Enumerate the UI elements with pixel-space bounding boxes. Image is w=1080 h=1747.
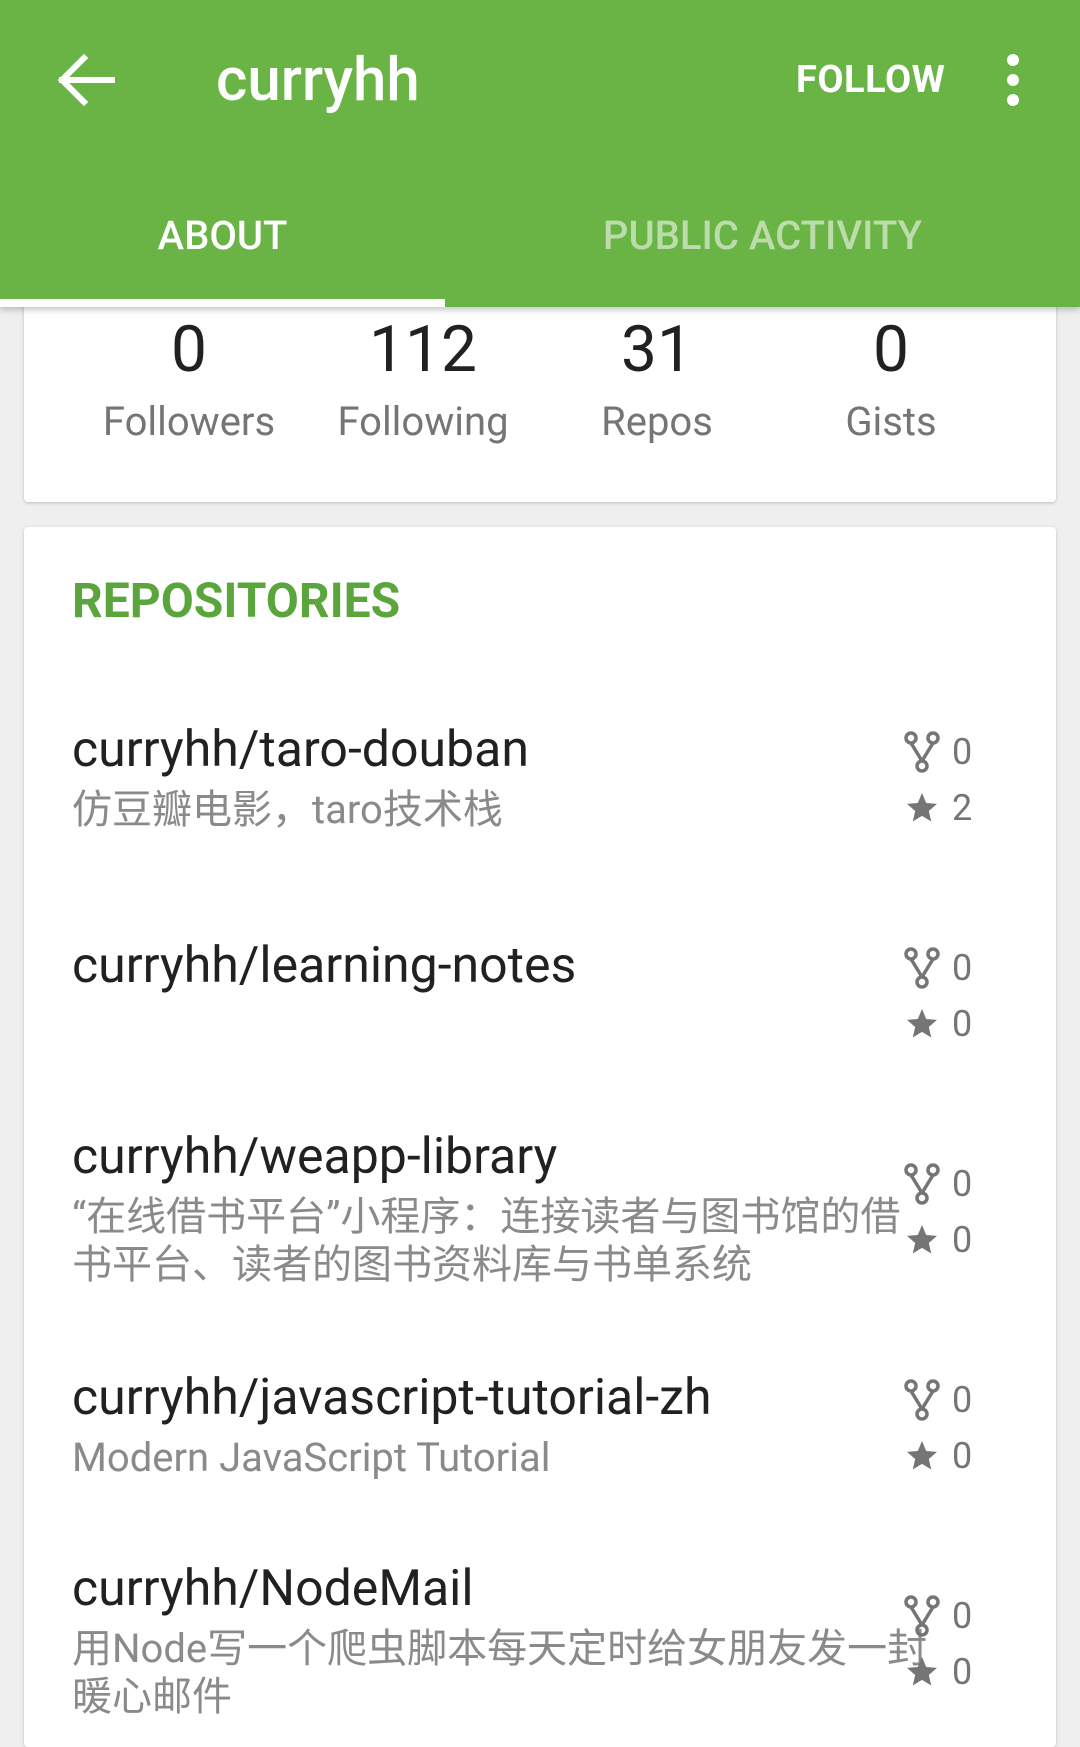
follow-button[interactable]: FOLLOW bbox=[796, 58, 945, 102]
stat-repos[interactable]: 31 Repos bbox=[537, 310, 777, 445]
fork-count: 0 bbox=[952, 1379, 973, 1421]
star-icon bbox=[907, 1441, 937, 1470]
repo-description: 用Node写一个爬虫脚本每天定时给女朋友发一封暖心邮件 bbox=[72, 1625, 928, 1720]
fork-count: 0 bbox=[952, 1163, 973, 1205]
fork-count: 0 bbox=[952, 1595, 973, 1637]
repo-stats: 0 2 bbox=[904, 724, 994, 836]
tab-indicator bbox=[0, 299, 445, 307]
fork-icon bbox=[904, 1379, 940, 1421]
fork-count: 0 bbox=[952, 731, 973, 773]
repo-description: Modern JavaScript Tutorial bbox=[72, 1434, 551, 1481]
star-count: 0 bbox=[952, 1003, 973, 1045]
star-count: 0 bbox=[952, 1219, 973, 1261]
tab-about[interactable]: ABOUT bbox=[0, 212, 445, 259]
arrow-back-icon[interactable] bbox=[50, 50, 120, 110]
stat-label: Repos bbox=[601, 398, 713, 445]
star-icon bbox=[907, 1657, 937, 1686]
stat-value: 0 bbox=[873, 312, 909, 387]
fork-count: 0 bbox=[952, 947, 973, 989]
stat-value: 112 bbox=[369, 312, 477, 387]
star-icon bbox=[907, 1225, 937, 1254]
stat-label: Gists bbox=[845, 398, 937, 445]
stat-following[interactable]: 112 Following bbox=[303, 310, 543, 445]
star-count: 2 bbox=[952, 787, 973, 829]
fork-icon bbox=[904, 947, 940, 989]
repo-stats: 0 0 bbox=[904, 1156, 994, 1268]
repo-stats: 0 0 bbox=[904, 1588, 994, 1700]
app-bar: curryhh FOLLOW ABOUT PUBLIC ACTIVITY bbox=[0, 0, 1080, 307]
repo-stats: 0 0 bbox=[904, 1372, 994, 1484]
stat-followers[interactable]: 0 Followers bbox=[69, 310, 309, 445]
stat-value: 31 bbox=[621, 312, 693, 387]
more-vert-icon[interactable] bbox=[998, 52, 1028, 108]
stat-value: 0 bbox=[171, 312, 207, 387]
star-icon bbox=[907, 1009, 937, 1038]
fork-icon bbox=[904, 731, 940, 773]
star-count: 0 bbox=[952, 1435, 973, 1477]
fork-icon bbox=[904, 1595, 940, 1637]
repositories-card: REPOSITORIES curryhh/taro-douban 仿豆瓣电影，t… bbox=[24, 527, 1056, 1747]
fork-icon bbox=[904, 1163, 940, 1205]
stat-label: Followers bbox=[102, 398, 276, 445]
stat-label: Following bbox=[337, 398, 509, 445]
stat-gists[interactable]: 0 Gists bbox=[771, 310, 1011, 445]
page-title: curryhh bbox=[216, 44, 420, 115]
section-title: REPOSITORIES bbox=[72, 572, 401, 629]
repo-description: “在线借书平台”小程序：连接读者与图书馆的借书平台、读者的图书资料库与书单系统 bbox=[72, 1193, 901, 1288]
repo-stats: 0 0 bbox=[904, 940, 994, 1052]
star-icon bbox=[907, 793, 937, 822]
repo-description: 仿豆瓣电影，taro技术栈 bbox=[72, 786, 503, 833]
star-count: 0 bbox=[952, 1651, 973, 1693]
tab-public-activity[interactable]: PUBLIC ACTIVITY bbox=[545, 212, 980, 259]
